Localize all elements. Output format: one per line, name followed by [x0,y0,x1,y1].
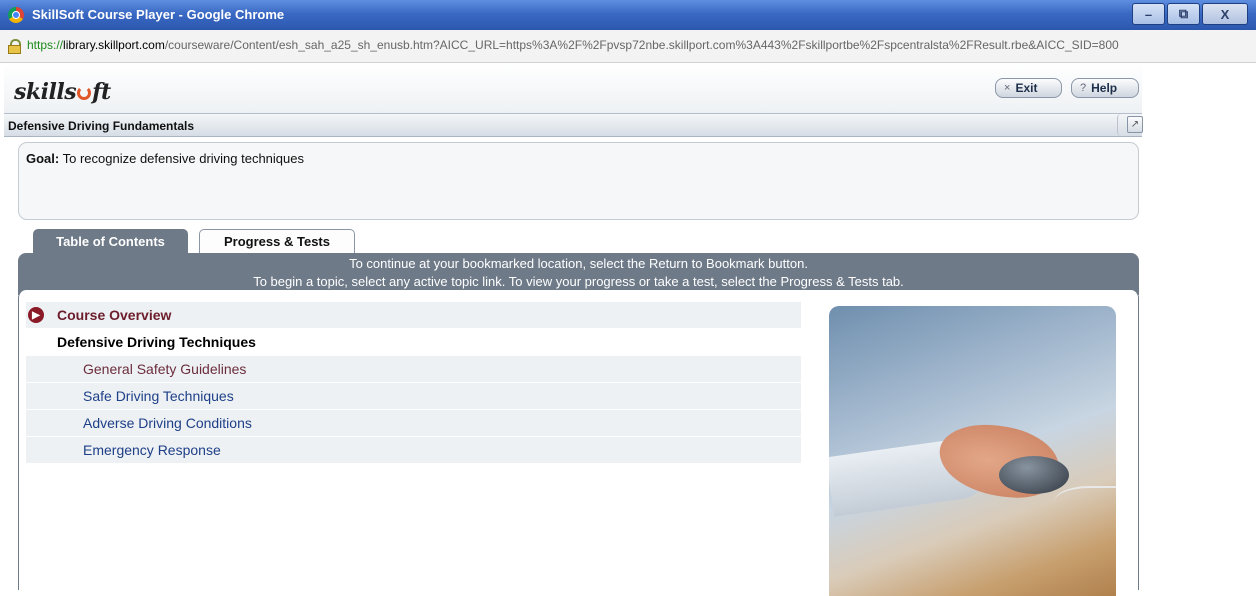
lock-icon[interactable] [8,39,21,54]
close-icon: × [1004,82,1011,94]
topic-label: Adverse Driving Conditions [83,415,252,431]
topic-label: Emergency Response [83,442,221,458]
player-header: skills ft × Exit ? Help [4,63,1142,113]
tab-table-of-contents[interactable]: Table of Contents [33,229,188,253]
minimize-button[interactable]: – [1132,3,1165,25]
window-title: SkillSoft Course Player - Google Chrome [32,7,285,22]
course-title: Defensive Driving Fundamentals [8,119,195,133]
help-button[interactable]: ? Help [1071,78,1139,98]
instructions-banner: To continue at your bookmarked location,… [18,253,1139,295]
computer-mouse-image [999,456,1069,494]
goal-text: Goal: To recognize defensive driving tec… [26,151,304,166]
topic-label: Safe Driving Techniques [83,388,234,404]
exit-button[interactable]: × Exit [995,78,1062,98]
course-overview-link[interactable]: ▶ Course Overview [26,302,801,328]
topic-general-safety-guidelines[interactable]: General Safety Guidelines [26,356,801,382]
address-bar[interactable]: https://library.skillport.com/courseware… [0,30,1256,63]
topic-adverse-driving-conditions[interactable]: Adverse Driving Conditions [26,410,801,436]
topic-safe-driving-techniques[interactable]: Safe Driving Techniques [26,383,801,409]
window-controls: – ⧉ X [1132,3,1248,25]
help-icon: ? [1080,82,1087,94]
maximize-button[interactable]: ⧉ [1167,3,1200,25]
url-text[interactable]: https://library.skillport.com/courseware… [27,38,1119,52]
section-label: Defensive Driving Techniques [57,334,256,350]
skillsoft-logo: skills ft [14,79,111,105]
play-arrow-icon: ▶ [28,307,44,323]
instruction-line-2: To begin a topic, select any active topi… [253,274,904,289]
course-title-bar: Defensive Driving Fundamentals ↗ [4,113,1143,137]
photo-mouse-cable [1054,486,1116,518]
instruction-line-1: To continue at your bookmarked location,… [349,256,808,271]
goal-box: Goal: To recognize defensive driving tec… [18,142,1139,220]
url-protocol: https:// [27,38,64,52]
url-host: library.skillport.com [63,38,165,52]
exit-label: Exit [1015,81,1038,95]
logo-text-end: ft [92,79,111,105]
topic-label: General Safety Guidelines [83,361,247,377]
goal-value: To recognize defensive driving technique… [62,151,304,166]
course-bar-divider [1117,114,1124,136]
topic-emergency-response[interactable]: Emergency Response [26,437,801,463]
url-path: /courseware/Content/esh_sah_a25_sh_enusb… [164,38,1119,52]
popout-button[interactable]: ↗ [1127,116,1143,133]
section-heading: Defensive Driving Techniques [26,329,801,355]
logo-text-start: skills [14,79,77,105]
course-overview-label: Course Overview [57,307,172,323]
close-button[interactable]: X [1202,3,1248,25]
chrome-icon [8,7,24,23]
logo-swoosh-icon [77,86,92,100]
browser-titlebar: SkillSoft Course Player - Google Chrome … [0,0,1256,30]
popout-icon: ↗ [1130,119,1140,130]
tab-progress-tests[interactable]: Progress & Tests [199,229,355,253]
goal-label: Goal: [26,151,60,166]
help-label: Help [1091,81,1118,95]
course-photo [829,306,1116,596]
